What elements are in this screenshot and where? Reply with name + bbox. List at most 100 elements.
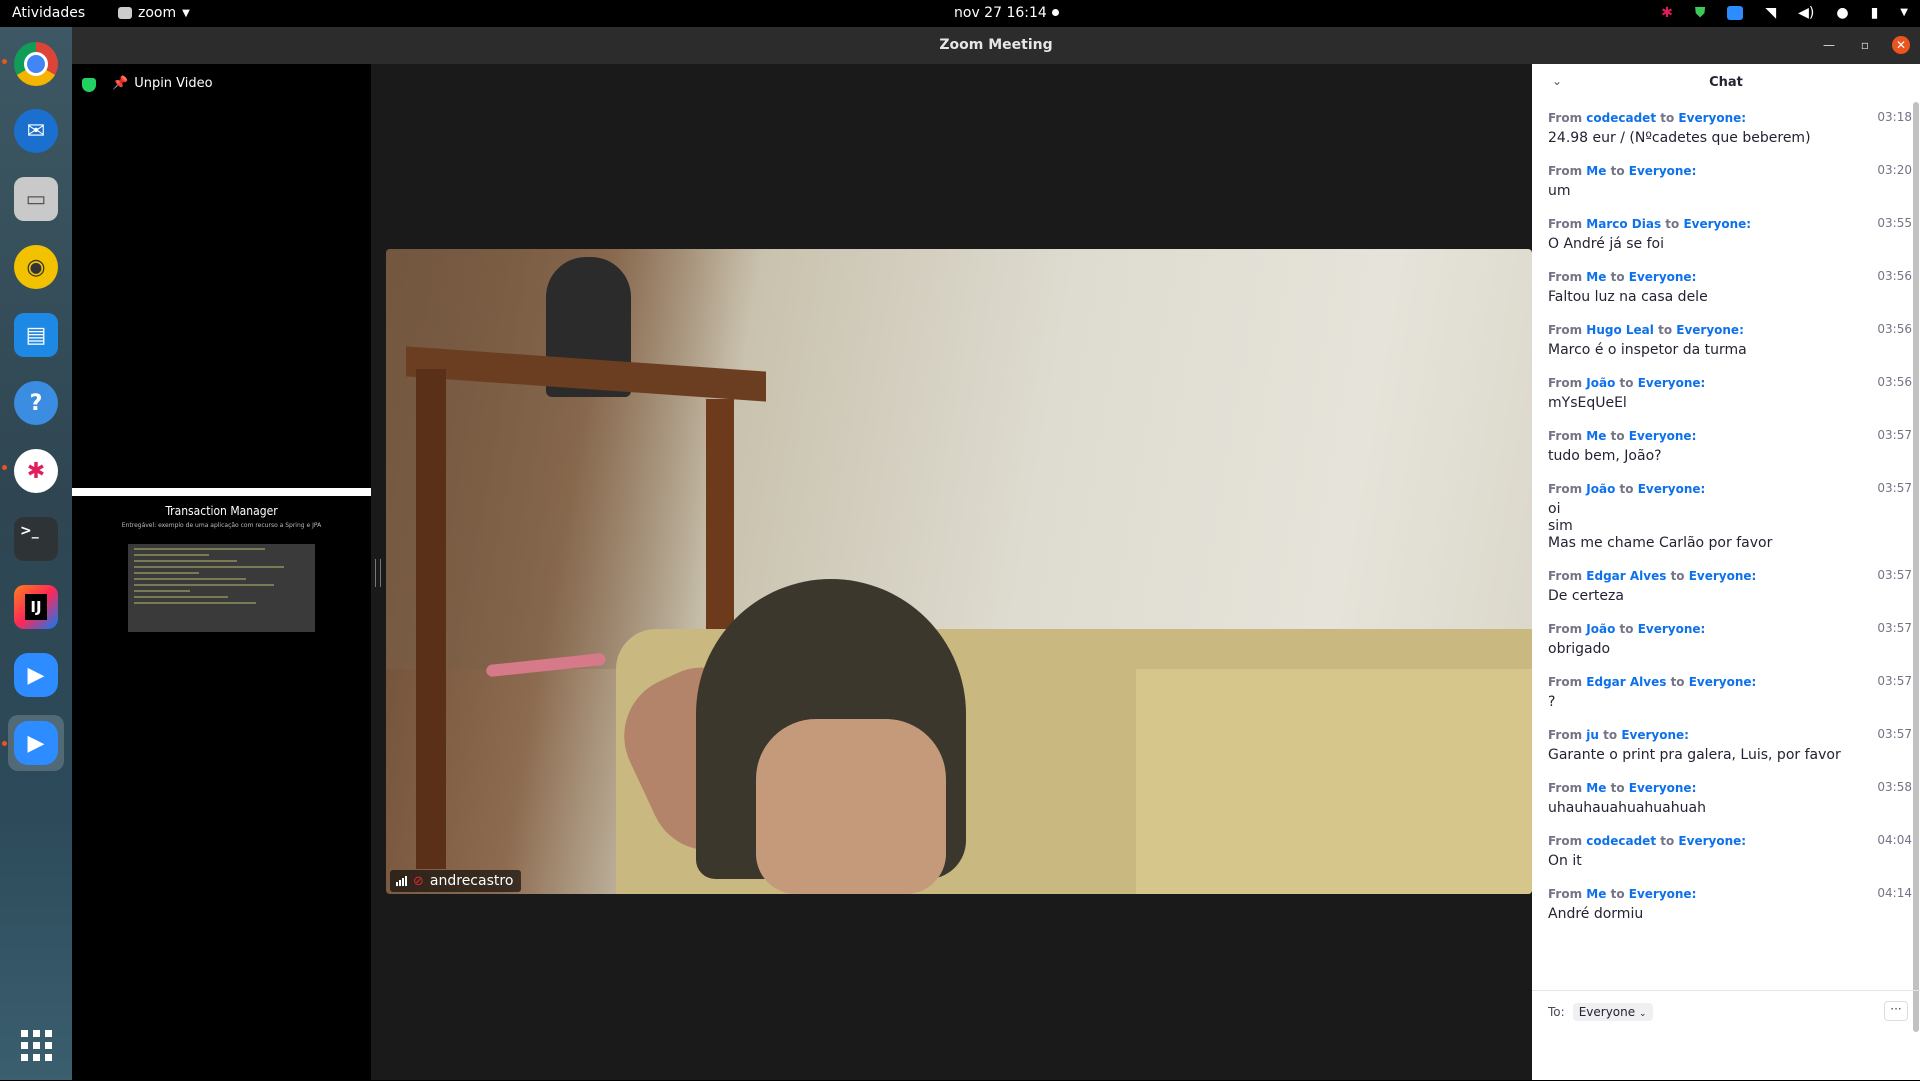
- chat-message[interactable]: From Edgar Alves to Everyone: 03:57?: [1532, 674, 1912, 711]
- recipient-name[interactable]: Everyone:: [1621, 728, 1689, 742]
- battery-icon[interactable]: ▮: [1871, 4, 1879, 22]
- dock-zoom[interactable]: ▶: [8, 647, 64, 703]
- chat-message[interactable]: From Me to Everyone: 03:58 uhauhauahuahuah…: [1532, 780, 1912, 817]
- chat-message[interactable]: From João to Everyone: 03:57 oi sim Mas me…: [1532, 481, 1912, 552]
- recipient-name[interactable]: Everyone:: [1678, 111, 1746, 125]
- sender-name[interactable]: Me: [1586, 429, 1606, 443]
- recipient-name[interactable]: Everyone:: [1629, 270, 1697, 284]
- recipient-name[interactable]: Everyone:: [1638, 622, 1706, 636]
- from-word: From: [1548, 834, 1583, 848]
- wifi-icon[interactable]: ◥: [1765, 4, 1776, 22]
- message-time: 03:18: [1877, 110, 1912, 124]
- dock-files[interactable]: ▭: [8, 171, 64, 227]
- encryption-shield-icon[interactable]: [82, 78, 96, 92]
- message-text: um: [1548, 183, 1571, 199]
- recipient-name[interactable]: Everyone:: [1629, 887, 1697, 901]
- recipient-dropdown[interactable]: Everyone ⌄: [1572, 1003, 1653, 1021]
- sender-name[interactable]: Marco Dias: [1586, 217, 1661, 231]
- recipient-name[interactable]: Everyone:: [1689, 569, 1757, 583]
- recipient-name[interactable]: Everyone:: [1629, 164, 1697, 178]
- sender-name[interactable]: João: [1586, 482, 1615, 496]
- dock-slack[interactable]: ✱: [8, 443, 64, 499]
- show-applications[interactable]: [8, 1017, 64, 1073]
- dock-zoom-meeting[interactable]: ▶: [8, 715, 64, 771]
- unpin-video-label: Unpin Video: [134, 76, 213, 91]
- recipient-name[interactable]: Everyone:: [1689, 675, 1757, 689]
- panel-resize-handle[interactable]: [375, 559, 381, 587]
- sender-name[interactable]: Me: [1586, 781, 1606, 795]
- chat-message[interactable]: From Me to Everyone: 03:56 Faltou luz na c…: [1532, 269, 1912, 306]
- sender-name[interactable]: João: [1586, 622, 1615, 636]
- recipient-name[interactable]: Everyone:: [1683, 217, 1751, 231]
- chat-message[interactable]: From Me to Everyone: 03:57 tudo bem, João?: [1532, 428, 1912, 465]
- zoom-tray-icon[interactable]: [1727, 6, 1744, 20]
- dock-terminal[interactable]: >_: [8, 511, 64, 567]
- recipient-name[interactable]: Everyone:: [1678, 834, 1746, 848]
- chat-message[interactable]: From Marco Dias to Everyone: 03:55 O André…: [1532, 216, 1912, 253]
- code-snippet-image: [128, 544, 315, 632]
- sender-name[interactable]: ju: [1586, 728, 1599, 742]
- to-word: to: [1619, 482, 1634, 496]
- volume-icon[interactable]: ◀): [1798, 4, 1814, 22]
- recipient-name[interactable]: Everyone:: [1629, 429, 1697, 443]
- chat-message[interactable]: From codecadet to Everyone: 04:04 On it: [1532, 833, 1912, 870]
- maximize-button[interactable]: ▫: [1856, 36, 1874, 54]
- sender-name[interactable]: codecadet: [1586, 834, 1656, 848]
- dock-writer[interactable]: ▤: [8, 307, 64, 363]
- chat-message[interactable]: From codecadet to Everyone: 03:18 24.98 eu…: [1532, 110, 1912, 147]
- to-word: to: [1610, 429, 1625, 443]
- sender-name[interactable]: Me: [1586, 270, 1606, 284]
- active-speaker-video[interactable]: ⊘ andrecastro: [386, 249, 1532, 894]
- recipient-name[interactable]: Everyone:: [1638, 482, 1706, 496]
- activities-button[interactable]: Atividades: [12, 5, 85, 21]
- dock-chrome[interactable]: [8, 36, 64, 92]
- chat-message[interactable]: From ju to Everyone: 03:57 Garante o print…: [1532, 727, 1912, 764]
- dock-intellij[interactable]: IJ: [8, 579, 64, 635]
- message-text: mYsEqUeEl: [1548, 395, 1627, 411]
- dock-help[interactable]: ?: [8, 375, 64, 431]
- sender-name[interactable]: Edgar Alves: [1586, 675, 1666, 689]
- share-thumbnail-title: Transaction Manager: [165, 504, 278, 518]
- message-text: Faltou luz na casa dele: [1548, 289, 1708, 305]
- unpin-video-button[interactable]: 📌 Unpin Video: [112, 76, 213, 91]
- clock[interactable]: nov 27 16:14: [954, 5, 1047, 21]
- recipient-name[interactable]: Everyone:: [1676, 323, 1744, 337]
- slack-tray-icon[interactable]: ✱: [1661, 4, 1673, 22]
- sender-name[interactable]: Me: [1586, 887, 1606, 901]
- chat-scrollbar[interactable]: [1912, 102, 1920, 1032]
- message-meta: From Hugo Leal to Everyone:: [1548, 322, 1912, 339]
- connection-strength-icon: [396, 876, 407, 886]
- close-button[interactable]: ✕: [1892, 36, 1910, 54]
- zoom-icon: ▶: [14, 721, 58, 765]
- more-options-button[interactable]: ···: [1884, 1001, 1908, 1021]
- app-menu[interactable]: zoom ▼: [118, 5, 190, 21]
- dock-thunderbird[interactable]: ✉: [8, 103, 64, 159]
- chat-message[interactable]: From Hugo Leal to Everyone: 03:56 Marco é …: [1532, 322, 1912, 359]
- minimize-button[interactable]: —: [1820, 36, 1838, 54]
- screen-share-thumbnail[interactable]: Transaction Manager Entregável: exemplo …: [72, 488, 371, 658]
- message-text: On it: [1548, 853, 1582, 869]
- sender-name[interactable]: codecadet: [1586, 111, 1656, 125]
- chevron-down-icon: ▼: [182, 7, 190, 19]
- to-word: to: [1610, 887, 1625, 901]
- sender-name[interactable]: João: [1586, 376, 1615, 390]
- sender-name[interactable]: Edgar Alves: [1586, 569, 1666, 583]
- sender-name[interactable]: Hugo Leal: [1586, 323, 1654, 337]
- chat-message[interactable]: From Me to Everyone: 04:14 André dormiu: [1532, 886, 1912, 923]
- from-word: From: [1548, 376, 1583, 390]
- message-meta: From codecadet to Everyone:: [1548, 110, 1912, 127]
- chat-message[interactable]: From João to Everyone: 03:57 obrigado: [1532, 621, 1912, 658]
- chat-message-list[interactable]: From codecadet to Everyone: 03:18 24.98 eu…: [1532, 110, 1912, 939]
- recipient-name[interactable]: Everyone:: [1629, 781, 1697, 795]
- power-menu-icon[interactable]: ▼: [1900, 4, 1908, 22]
- chat-message[interactable]: From João to Everyone: 03:56 mYsEqUeEl: [1532, 375, 1912, 412]
- sender-name[interactable]: Me: [1586, 164, 1606, 178]
- chat-message[interactable]: From Me to Everyone: 03:20 um: [1532, 163, 1912, 200]
- window-title-bar[interactable]: Zoom Meeting — ▫ ✕: [72, 27, 1920, 64]
- dock-rhythmbox[interactable]: ◉: [8, 239, 64, 295]
- shield-tray-icon[interactable]: ⛊: [1695, 4, 1706, 22]
- recipient-name[interactable]: Everyone:: [1638, 376, 1706, 390]
- files-icon: ▭: [14, 177, 58, 221]
- microphone-icon[interactable]: ●: [1836, 4, 1848, 22]
- chat-message[interactable]: From Edgar Alves to Everyone: 03:57 De cer…: [1532, 568, 1912, 605]
